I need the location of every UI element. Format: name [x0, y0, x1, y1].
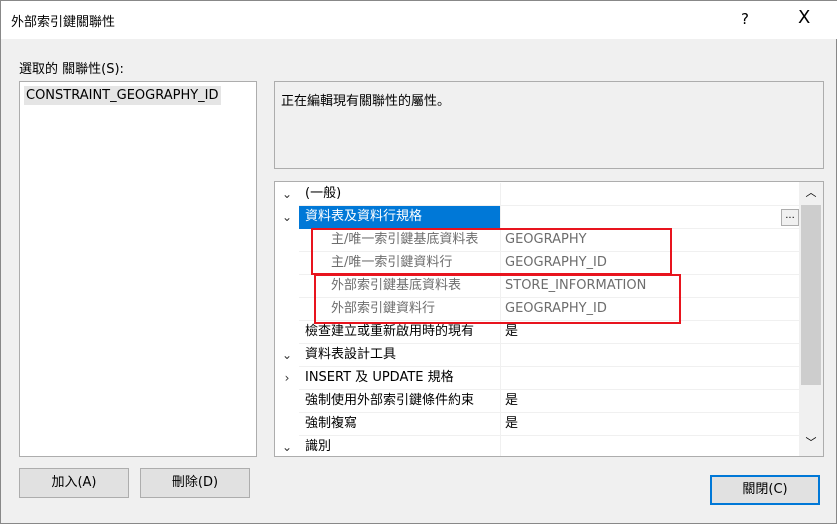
- property-row[interactable]: ⌄ 資料表及資料行規格...: [275, 206, 799, 229]
- add-button[interactable]: 加入(A): [19, 468, 129, 498]
- row-gutter: [275, 413, 299, 436]
- scrollbar-thumb[interactable]: [801, 205, 821, 385]
- row-gutter: [275, 275, 299, 298]
- property-value[interactable]: [501, 367, 799, 390]
- scroll-down-icon[interactable]: ﹀: [799, 434, 823, 450]
- property-value[interactable]: [501, 206, 799, 229]
- property-name: 強制使用外部索引鍵條件約束: [299, 390, 501, 413]
- property-row[interactable]: ⌄ (一般): [275, 183, 799, 206]
- property-value[interactable]: 是: [501, 413, 799, 436]
- property-row[interactable]: 強制使用外部索引鍵條件約束是: [275, 390, 799, 413]
- chevron-down-icon[interactable]: ⌄: [275, 206, 299, 229]
- property-row[interactable]: 檢查建立或重新啟用時的現有是: [275, 321, 799, 344]
- description-box: 正在編輯現有關聯性的屬性。: [274, 81, 824, 169]
- close-icon[interactable]: X: [798, 7, 810, 28]
- property-name: 資料表設計工具: [299, 344, 501, 367]
- highlight-box-primary: [311, 228, 672, 275]
- property-value[interactable]: 是: [501, 390, 799, 413]
- chevron-down-icon[interactable]: ⌄: [275, 183, 299, 206]
- chevron-down-icon[interactable]: ⌄: [275, 344, 299, 367]
- row-gutter: [275, 229, 299, 252]
- property-row[interactable]: 強制複寫是: [275, 413, 799, 436]
- ellipsis-button[interactable]: ...: [781, 209, 799, 226]
- property-name: 識別: [299, 436, 501, 456]
- property-row[interactable]: ⌄ 資料表設計工具: [275, 344, 799, 367]
- property-value[interactable]: 是: [501, 321, 799, 344]
- scrollbar[interactable]: ︿ ﹀: [799, 182, 823, 456]
- property-name: 強制複寫: [299, 413, 501, 436]
- row-gutter: [275, 390, 299, 413]
- row-gutter: [275, 321, 299, 344]
- delete-button[interactable]: 刪除(D): [140, 468, 250, 498]
- window-title: 外部索引鍵關聯性: [11, 15, 116, 30]
- scroll-up-icon[interactable]: ︿: [799, 184, 823, 200]
- help-button[interactable]: ?: [741, 10, 749, 28]
- chevron-right-icon[interactable]: ›: [275, 367, 299, 390]
- property-name: 檢查建立或重新啟用時的現有: [299, 321, 501, 344]
- row-gutter: [275, 298, 299, 321]
- close-button[interactable]: 關閉(C): [710, 475, 820, 505]
- highlight-box-foreign: [314, 274, 681, 324]
- chevron-down-icon[interactable]: ⌄: [275, 436, 299, 456]
- property-row[interactable]: ⌄ 識別: [275, 436, 799, 456]
- selected-relationship-label: 選取的 關聯性(S):: [19, 62, 124, 77]
- row-gutter: [275, 252, 299, 275]
- relationship-list[interactable]: CONSTRAINT_GEOGRAPHY_ID: [19, 81, 257, 457]
- title-bar: [1, 1, 837, 39]
- property-name: 資料表及資料行規格: [299, 206, 501, 229]
- property-row[interactable]: › INSERT 及 UPDATE 規格: [275, 367, 799, 390]
- property-name: INSERT 及 UPDATE 規格: [299, 367, 501, 390]
- property-name: (一般): [299, 183, 501, 206]
- list-item[interactable]: CONSTRAINT_GEOGRAPHY_ID: [24, 86, 221, 105]
